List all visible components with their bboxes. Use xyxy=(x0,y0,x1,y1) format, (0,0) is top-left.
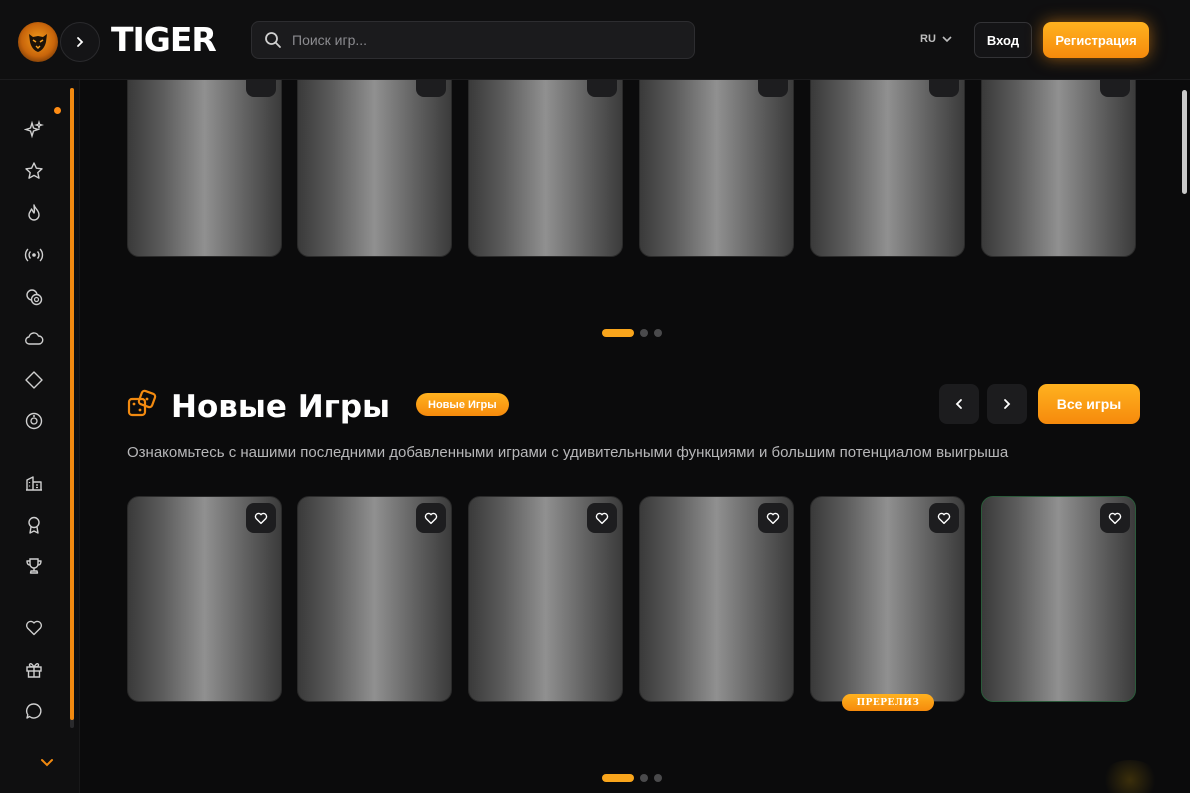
page-scrollbar[interactable] xyxy=(1180,80,1188,793)
language-selector[interactable]: RU xyxy=(920,33,952,45)
sidebar-item-support-chat[interactable] xyxy=(22,699,46,723)
sidebar-item-live[interactable] xyxy=(22,243,46,267)
sidebar-item-favorites[interactable] xyxy=(22,616,46,640)
heart-icon xyxy=(1108,512,1122,524)
sidebar-item-providers[interactable] xyxy=(22,471,46,495)
heart-icon xyxy=(766,512,780,524)
section-description: Ознакомьтесь с нашими последними добавле… xyxy=(127,444,1009,461)
game-card[interactable] xyxy=(127,60,282,257)
new-games-pagination xyxy=(602,774,662,782)
support-widget-glow xyxy=(1100,760,1160,793)
chips-icon xyxy=(26,289,43,306)
tiger-logo-icon[interactable] xyxy=(18,22,58,62)
top-carousel-pagination xyxy=(602,329,662,337)
notification-dot xyxy=(54,107,61,114)
search-bar[interactable] xyxy=(251,21,695,59)
heart-icon xyxy=(25,620,43,636)
heart-icon xyxy=(424,512,438,524)
heart-icon xyxy=(595,512,609,524)
search-input[interactable] xyxy=(292,32,672,48)
chevron-down-icon xyxy=(41,759,53,767)
game-card[interactable] xyxy=(981,496,1136,702)
chevron-right-icon xyxy=(77,37,84,47)
pagination-dot[interactable] xyxy=(640,774,648,782)
game-card[interactable] xyxy=(981,60,1136,257)
favorite-button[interactable] xyxy=(416,503,446,533)
diamond-icon xyxy=(25,371,43,389)
provider-building-icon xyxy=(26,476,42,491)
favorite-button[interactable] xyxy=(587,503,617,533)
pagination-dot[interactable] xyxy=(640,329,648,337)
game-card[interactable] xyxy=(468,60,623,257)
sidebar-item-favorites-star[interactable] xyxy=(22,159,46,183)
favorite-button[interactable] xyxy=(1100,503,1130,533)
sidebar-item-achievements[interactable] xyxy=(22,513,46,537)
sidebar-item-tournaments[interactable] xyxy=(22,554,46,578)
award-ribbon-icon xyxy=(28,516,40,534)
language-code: RU xyxy=(920,33,936,45)
game-card[interactable] xyxy=(810,496,965,702)
sidebar-expand-button[interactable] xyxy=(60,22,100,62)
brand-wordmark[interactable]: TIGER xyxy=(111,20,217,60)
sidebar-item-hot[interactable] xyxy=(22,201,46,225)
dice-icon xyxy=(127,389,157,417)
favorite-button[interactable] xyxy=(758,503,788,533)
all-games-button[interactable]: Все игры xyxy=(1038,384,1140,424)
game-card[interactable] xyxy=(468,496,623,702)
carousel-next-button[interactable] xyxy=(987,384,1027,424)
favorite-button[interactable] xyxy=(929,503,959,533)
sidebar-item-diamond[interactable] xyxy=(22,368,46,392)
page-scrollbar-thumb[interactable] xyxy=(1182,90,1187,194)
sidebar xyxy=(0,80,80,793)
trophy-icon xyxy=(26,558,42,574)
pagination-dot-active[interactable] xyxy=(602,329,634,337)
top-header: TIGER RU Вход Регистрация xyxy=(0,0,1190,80)
sidebar-scroll-down-button[interactable] xyxy=(40,752,54,771)
sidebar-item-roulette[interactable] xyxy=(22,409,46,433)
tiger-face-icon xyxy=(29,34,47,52)
game-card[interactable] xyxy=(639,496,794,702)
game-card[interactable] xyxy=(297,60,452,257)
section-title: Новые Игры xyxy=(171,389,391,425)
section-badge: Новые Игры xyxy=(416,393,509,416)
sidebar-item-table-games[interactable] xyxy=(22,285,46,309)
flame-icon xyxy=(28,204,40,221)
chat-icon xyxy=(25,703,42,719)
game-card[interactable] xyxy=(810,60,965,257)
search-icon xyxy=(265,32,281,48)
cloud-icon xyxy=(25,332,44,345)
sidebar-item-cloud[interactable] xyxy=(22,327,46,351)
chevron-down-icon xyxy=(942,35,952,42)
sidebar-item-sparkles[interactable] xyxy=(22,118,46,142)
favorite-button[interactable] xyxy=(246,503,276,533)
sidebar-scrollbar[interactable] xyxy=(70,88,74,720)
register-button[interactable]: Регистрация xyxy=(1043,22,1149,58)
game-card[interactable] xyxy=(639,60,794,257)
sparkles-icon xyxy=(24,120,44,139)
pagination-dot[interactable] xyxy=(654,329,662,337)
chevron-left-icon xyxy=(955,399,962,409)
star-icon xyxy=(25,162,43,179)
game-card[interactable] xyxy=(127,496,282,702)
login-button[interactable]: Вход xyxy=(974,22,1032,58)
pagination-dot[interactable] xyxy=(654,774,662,782)
sidebar-item-bonuses[interactable] xyxy=(22,658,46,682)
game-card[interactable] xyxy=(297,496,452,702)
heart-icon xyxy=(937,512,951,524)
live-signal-icon xyxy=(24,248,44,262)
roulette-icon xyxy=(25,412,43,430)
heart-icon xyxy=(254,512,268,524)
pagination-dot-active[interactable] xyxy=(602,774,634,782)
chevron-right-icon xyxy=(1004,399,1011,409)
carousel-prev-button[interactable] xyxy=(939,384,979,424)
gift-icon xyxy=(26,663,42,678)
prerelease-badge: ПРЕРЕЛИЗ xyxy=(842,694,934,711)
